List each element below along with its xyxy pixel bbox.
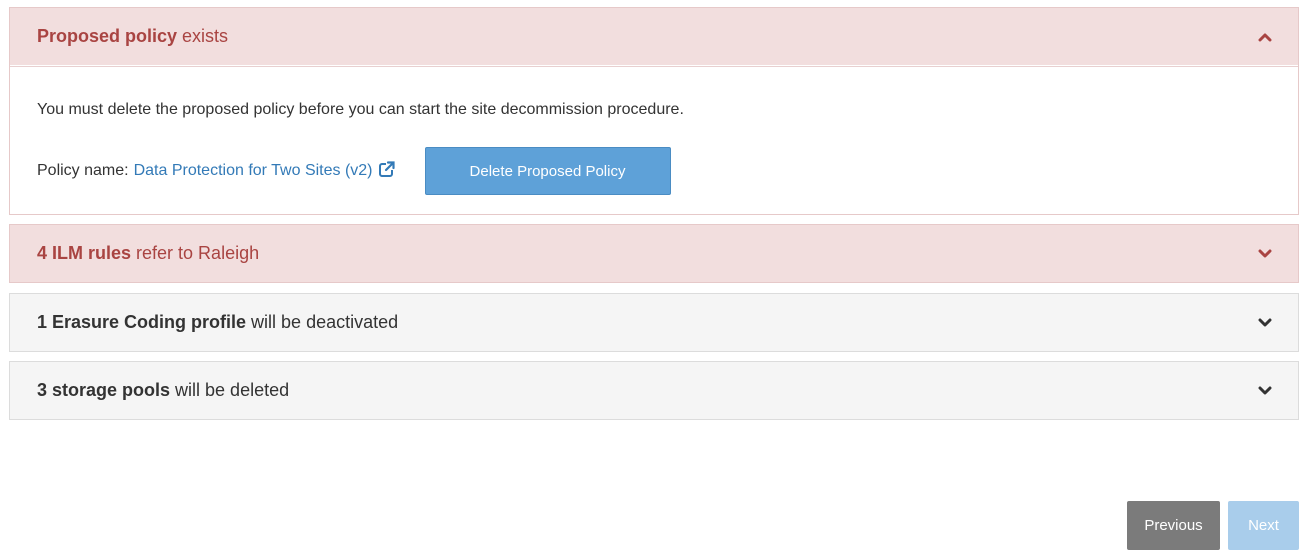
policy-name-row: Policy name: Data Protection for Two Sit… bbox=[37, 147, 671, 195]
erasure-coding-panel-header[interactable]: 1 Erasure Coding profile will be deactiv… bbox=[10, 294, 1298, 351]
external-link-icon bbox=[378, 160, 395, 182]
delete-proposed-policy-button[interactable]: Delete Proposed Policy bbox=[424, 147, 671, 195]
panel-title-strong: 4 ILM rules bbox=[37, 243, 132, 263]
chevron-down-icon[interactable] bbox=[1258, 247, 1272, 261]
panel-title-rest: will be deactivated bbox=[246, 312, 399, 332]
ilm-rules-panel: 4 ILM rules refer to Raleigh bbox=[9, 224, 1299, 283]
panel-title: 4 ILM rules refer to Raleigh bbox=[37, 243, 259, 264]
erasure-coding-panel: 1 Erasure Coding profile will be deactiv… bbox=[9, 293, 1299, 352]
proposed-policy-panel-body: You must delete the proposed policy befo… bbox=[10, 66, 1298, 214]
storage-pools-panel-header[interactable]: 3 storage pools will be deleted bbox=[10, 362, 1298, 419]
decommission-site-wizard: Proposed policy exists You must delete t… bbox=[0, 0, 1309, 550]
policy-name-label: Policy name: bbox=[37, 162, 129, 179]
panel-title-strong: 1 Erasure Coding profile bbox=[37, 312, 247, 332]
panel-title-strong: 3 storage pools bbox=[37, 380, 171, 400]
policy-name-link[interactable]: Data Protection for Two Sites (v2) bbox=[133, 160, 395, 182]
panel-title: 3 storage pools will be deleted bbox=[37, 380, 289, 401]
ilm-rules-panel-header[interactable]: 4 ILM rules refer to Raleigh bbox=[10, 225, 1298, 282]
panel-title-rest: exists bbox=[177, 26, 229, 46]
chevron-down-icon[interactable] bbox=[1258, 316, 1272, 330]
chevron-up-icon[interactable] bbox=[1258, 30, 1272, 44]
next-button[interactable]: Next bbox=[1228, 501, 1299, 550]
panel-title: 1 Erasure Coding profile will be deactiv… bbox=[37, 312, 398, 333]
policy-link-text: Data Protection for Two Sites (v2) bbox=[133, 161, 373, 179]
warning-message: You must delete the proposed policy befo… bbox=[37, 101, 684, 118]
panel-title-strong: Proposed policy bbox=[37, 26, 178, 46]
panel-title-rest: refer to Raleigh bbox=[131, 243, 260, 263]
previous-button[interactable]: Previous bbox=[1127, 501, 1220, 550]
proposed-policy-panel: Proposed policy exists You must delete t… bbox=[9, 7, 1299, 215]
panel-title-rest: will be deleted bbox=[170, 380, 290, 400]
proposed-policy-panel-header[interactable]: Proposed policy exists bbox=[10, 8, 1298, 65]
storage-pools-panel: 3 storage pools will be deleted bbox=[9, 361, 1299, 420]
panel-title: Proposed policy exists bbox=[37, 26, 228, 47]
chevron-down-icon[interactable] bbox=[1258, 384, 1272, 398]
